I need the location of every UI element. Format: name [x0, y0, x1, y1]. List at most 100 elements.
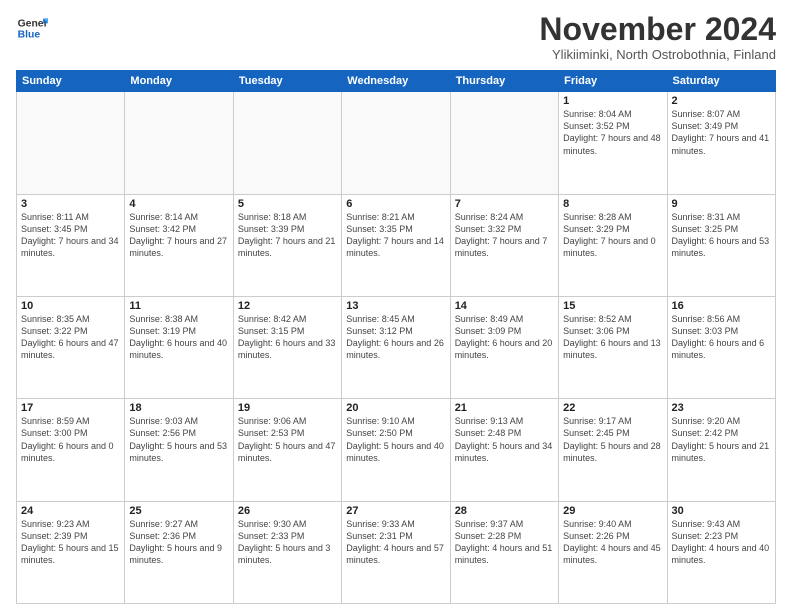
day-number: 25 [129, 505, 228, 517]
table-row: 19Sunrise: 9:06 AM Sunset: 2:53 PM Dayli… [233, 399, 341, 501]
day-info: Sunrise: 8:28 AM Sunset: 3:29 PM Dayligh… [563, 211, 662, 260]
subtitle: Ylikiiminki, North Ostrobothnia, Finland [539, 47, 776, 62]
day-info: Sunrise: 9:13 AM Sunset: 2:48 PM Dayligh… [455, 415, 554, 464]
day-info: Sunrise: 8:31 AM Sunset: 3:25 PM Dayligh… [672, 211, 771, 260]
logo-icon: General Blue [16, 12, 48, 44]
table-row: 20Sunrise: 9:10 AM Sunset: 2:50 PM Dayli… [342, 399, 450, 501]
day-info: Sunrise: 8:45 AM Sunset: 3:12 PM Dayligh… [346, 313, 445, 362]
day-info: Sunrise: 9:10 AM Sunset: 2:50 PM Dayligh… [346, 415, 445, 464]
day-info: Sunrise: 8:04 AM Sunset: 3:52 PM Dayligh… [563, 108, 662, 157]
table-row [342, 92, 450, 194]
day-info: Sunrise: 9:23 AM Sunset: 2:39 PM Dayligh… [21, 518, 120, 567]
header: General Blue November 2024 Ylikiiminki, … [16, 12, 776, 62]
title-block: November 2024 Ylikiiminki, North Ostrobo… [539, 12, 776, 62]
day-number: 4 [129, 198, 228, 210]
table-row: 2Sunrise: 8:07 AM Sunset: 3:49 PM Daylig… [667, 92, 775, 194]
page: General Blue November 2024 Ylikiiminki, … [0, 0, 792, 612]
day-info: Sunrise: 9:06 AM Sunset: 2:53 PM Dayligh… [238, 415, 337, 464]
day-number: 10 [21, 300, 120, 312]
day-number: 11 [129, 300, 228, 312]
day-info: Sunrise: 8:18 AM Sunset: 3:39 PM Dayligh… [238, 211, 337, 260]
day-info: Sunrise: 9:33 AM Sunset: 2:31 PM Dayligh… [346, 518, 445, 567]
table-row: 1Sunrise: 8:04 AM Sunset: 3:52 PM Daylig… [559, 92, 667, 194]
day-number: 24 [21, 505, 120, 517]
table-row: 28Sunrise: 9:37 AM Sunset: 2:28 PM Dayli… [450, 501, 558, 603]
table-row: 13Sunrise: 8:45 AM Sunset: 3:12 PM Dayli… [342, 296, 450, 398]
table-row: 16Sunrise: 8:56 AM Sunset: 3:03 PM Dayli… [667, 296, 775, 398]
table-row: 25Sunrise: 9:27 AM Sunset: 2:36 PM Dayli… [125, 501, 233, 603]
table-row: 9Sunrise: 8:31 AM Sunset: 3:25 PM Daylig… [667, 194, 775, 296]
calendar-header-row: Sunday Monday Tuesday Wednesday Thursday… [17, 71, 776, 92]
table-row: 8Sunrise: 8:28 AM Sunset: 3:29 PM Daylig… [559, 194, 667, 296]
table-row: 12Sunrise: 8:42 AM Sunset: 3:15 PM Dayli… [233, 296, 341, 398]
day-info: Sunrise: 9:20 AM Sunset: 2:42 PM Dayligh… [672, 415, 771, 464]
day-number: 12 [238, 300, 337, 312]
table-row: 22Sunrise: 9:17 AM Sunset: 2:45 PM Dayli… [559, 399, 667, 501]
calendar-week-row: 10Sunrise: 8:35 AM Sunset: 3:22 PM Dayli… [17, 296, 776, 398]
day-number: 5 [238, 198, 337, 210]
day-number: 8 [563, 198, 662, 210]
day-info: Sunrise: 8:42 AM Sunset: 3:15 PM Dayligh… [238, 313, 337, 362]
day-info: Sunrise: 8:07 AM Sunset: 3:49 PM Dayligh… [672, 108, 771, 157]
day-info: Sunrise: 8:21 AM Sunset: 3:35 PM Dayligh… [346, 211, 445, 260]
calendar-table: Sunday Monday Tuesday Wednesday Thursday… [16, 70, 776, 604]
day-number: 29 [563, 505, 662, 517]
table-row: 24Sunrise: 9:23 AM Sunset: 2:39 PM Dayli… [17, 501, 125, 603]
table-row [125, 92, 233, 194]
table-row [233, 92, 341, 194]
day-info: Sunrise: 8:49 AM Sunset: 3:09 PM Dayligh… [455, 313, 554, 362]
day-number: 14 [455, 300, 554, 312]
table-row: 17Sunrise: 8:59 AM Sunset: 3:00 PM Dayli… [17, 399, 125, 501]
header-friday: Friday [559, 71, 667, 92]
table-row: 18Sunrise: 9:03 AM Sunset: 2:56 PM Dayli… [125, 399, 233, 501]
table-row: 21Sunrise: 9:13 AM Sunset: 2:48 PM Dayli… [450, 399, 558, 501]
table-row: 15Sunrise: 8:52 AM Sunset: 3:06 PM Dayli… [559, 296, 667, 398]
day-number: 26 [238, 505, 337, 517]
day-info: Sunrise: 8:24 AM Sunset: 3:32 PM Dayligh… [455, 211, 554, 260]
header-wednesday: Wednesday [342, 71, 450, 92]
day-info: Sunrise: 8:38 AM Sunset: 3:19 PM Dayligh… [129, 313, 228, 362]
table-row: 27Sunrise: 9:33 AM Sunset: 2:31 PM Dayli… [342, 501, 450, 603]
day-info: Sunrise: 9:27 AM Sunset: 2:36 PM Dayligh… [129, 518, 228, 567]
day-info: Sunrise: 9:17 AM Sunset: 2:45 PM Dayligh… [563, 415, 662, 464]
day-info: Sunrise: 8:35 AM Sunset: 3:22 PM Dayligh… [21, 313, 120, 362]
day-number: 30 [672, 505, 771, 517]
calendar-week-row: 1Sunrise: 8:04 AM Sunset: 3:52 PM Daylig… [17, 92, 776, 194]
logo: General Blue [16, 12, 48, 44]
day-info: Sunrise: 8:59 AM Sunset: 3:00 PM Dayligh… [21, 415, 120, 464]
table-row: 3Sunrise: 8:11 AM Sunset: 3:45 PM Daylig… [17, 194, 125, 296]
table-row: 11Sunrise: 8:38 AM Sunset: 3:19 PM Dayli… [125, 296, 233, 398]
day-number: 17 [21, 402, 120, 414]
day-number: 28 [455, 505, 554, 517]
day-info: Sunrise: 9:43 AM Sunset: 2:23 PM Dayligh… [672, 518, 771, 567]
table-row: 30Sunrise: 9:43 AM Sunset: 2:23 PM Dayli… [667, 501, 775, 603]
month-title: November 2024 [539, 12, 776, 47]
table-row: 26Sunrise: 9:30 AM Sunset: 2:33 PM Dayli… [233, 501, 341, 603]
table-row [17, 92, 125, 194]
header-tuesday: Tuesday [233, 71, 341, 92]
table-row: 7Sunrise: 8:24 AM Sunset: 3:32 PM Daylig… [450, 194, 558, 296]
day-number: 27 [346, 505, 445, 517]
day-number: 18 [129, 402, 228, 414]
day-number: 21 [455, 402, 554, 414]
day-number: 1 [563, 95, 662, 107]
day-info: Sunrise: 9:40 AM Sunset: 2:26 PM Dayligh… [563, 518, 662, 567]
day-number: 16 [672, 300, 771, 312]
day-number: 9 [672, 198, 771, 210]
table-row: 5Sunrise: 8:18 AM Sunset: 3:39 PM Daylig… [233, 194, 341, 296]
table-row: 10Sunrise: 8:35 AM Sunset: 3:22 PM Dayli… [17, 296, 125, 398]
table-row [450, 92, 558, 194]
day-number: 19 [238, 402, 337, 414]
table-row: 14Sunrise: 8:49 AM Sunset: 3:09 PM Dayli… [450, 296, 558, 398]
header-saturday: Saturday [667, 71, 775, 92]
day-number: 23 [672, 402, 771, 414]
day-number: 7 [455, 198, 554, 210]
day-number: 15 [563, 300, 662, 312]
calendar-week-row: 3Sunrise: 8:11 AM Sunset: 3:45 PM Daylig… [17, 194, 776, 296]
day-number: 13 [346, 300, 445, 312]
calendar-week-row: 17Sunrise: 8:59 AM Sunset: 3:00 PM Dayli… [17, 399, 776, 501]
day-info: Sunrise: 9:37 AM Sunset: 2:28 PM Dayligh… [455, 518, 554, 567]
day-info: Sunrise: 8:11 AM Sunset: 3:45 PM Dayligh… [21, 211, 120, 260]
header-sunday: Sunday [17, 71, 125, 92]
day-number: 6 [346, 198, 445, 210]
